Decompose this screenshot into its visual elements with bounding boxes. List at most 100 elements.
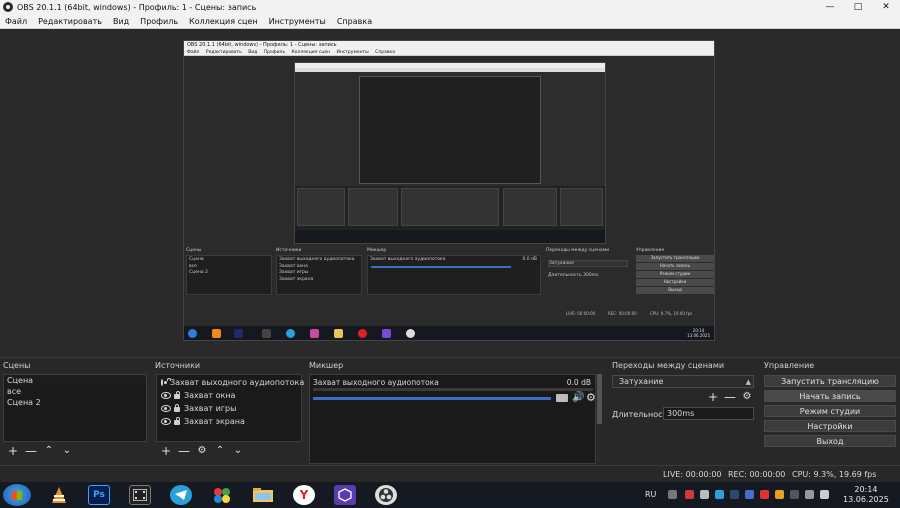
source-item-window-capture[interactable]: Захват окна: [157, 389, 301, 402]
volume-fader-knob[interactable]: [556, 394, 568, 402]
menu-scene-collection[interactable]: Коллекция сцен: [184, 17, 264, 26]
source-item-game-capture[interactable]: Захват игры: [157, 402, 301, 415]
mixer-gear-icon[interactable]: ⚙: [586, 391, 596, 404]
unlock-icon[interactable]: [174, 417, 180, 425]
source-item-audio-output[interactable]: Захват выходного аудиопотока: [157, 376, 304, 389]
mixer-scrollbar[interactable]: [597, 374, 602, 464]
preview-menu-item: Коллекция сцен: [291, 50, 331, 55]
menu-edit[interactable]: Редактировать: [33, 17, 108, 26]
start-recording-button[interactable]: Начать запись: [764, 390, 896, 402]
language-indicator[interactable]: RU: [645, 490, 656, 499]
yandex-browser-icon[interactable]: Y: [293, 485, 315, 505]
preview-mixer: Захват выходного аудиопотока 0.0 dB: [367, 255, 541, 295]
unlock-icon[interactable]: [174, 391, 180, 399]
preview-menu-item: Вид: [248, 50, 258, 55]
tray-steam-icon[interactable]: [730, 490, 739, 499]
tray-printer-icon[interactable]: [700, 490, 709, 499]
status-live: LIVE: 00:00:00: [663, 470, 722, 479]
preview-canvas[interactable]: OBS 20.1.1 (64bit, windows) - Профиль: 1…: [183, 40, 715, 341]
tray-antivirus-icon[interactable]: [760, 490, 769, 499]
tray-shield-icon[interactable]: [790, 490, 799, 499]
photoshop-icon[interactable]: Ps: [88, 485, 110, 505]
menu-tools[interactable]: Инструменты: [264, 17, 332, 26]
obs-taskbar-icon[interactable]: [375, 485, 397, 505]
preview-mixer-fader: [371, 266, 511, 268]
scenes-list: Сцена все Сцена 2: [3, 374, 147, 442]
taskbar-clock[interactable]: 20:14 13.06.2025: [843, 485, 889, 505]
preview-btn-stream: Запустить трансляцию: [636, 255, 714, 262]
preview-btn-studio: Режим студии: [636, 271, 714, 278]
add-transition-button[interactable]: +: [704, 390, 722, 404]
menu-view[interactable]: Вид: [108, 17, 135, 26]
paint-icon[interactable]: [211, 485, 233, 505]
tray-volume-icon[interactable]: [820, 490, 829, 499]
exit-button[interactable]: Выход: [764, 435, 896, 447]
move-scene-up-button[interactable]: ⌃: [40, 444, 58, 458]
remove-scene-button[interactable]: —: [22, 444, 40, 458]
duration-input[interactable]: 300ms: [663, 407, 754, 420]
transition-selected: Затухание: [619, 377, 664, 386]
transitions-title: Переходы между сценами: [612, 361, 725, 370]
scene-item-scene[interactable]: Сцена: [4, 375, 146, 386]
preview-taskbar: 20:14 13.06.2025: [184, 326, 714, 340]
preview-menu-item: Редактировать: [205, 50, 242, 55]
tray-telegram-icon[interactable]: [715, 490, 724, 499]
clock-date: 13.06.2025: [843, 495, 889, 504]
scene-item-scene2[interactable]: Сцена 2: [4, 397, 146, 408]
visibility-eye-icon[interactable]: [161, 405, 171, 412]
nested-dock-mixer: [401, 188, 499, 226]
tray-monitor-icon[interactable]: [805, 490, 814, 499]
menu-bar: Файл Редактировать Вид Профиль Коллекция…: [0, 14, 900, 29]
menu-help[interactable]: Справка: [332, 17, 378, 26]
telegram-icon[interactable]: [170, 485, 192, 505]
scrollbar-thumb[interactable]: [597, 374, 602, 424]
settings-button[interactable]: Настройки: [764, 420, 896, 432]
remove-source-button[interactable]: —: [175, 444, 193, 458]
move-scene-down-button[interactable]: ⌄: [58, 444, 76, 458]
tray-yandex-icon[interactable]: [775, 490, 784, 499]
maximize-icon[interactable]: □: [844, 0, 872, 14]
menu-profile[interactable]: Профиль: [135, 17, 184, 26]
nested-preview: [294, 62, 606, 244]
transition-select[interactable]: Затухание ▲: [612, 375, 754, 388]
transition-gear-icon[interactable]: ⚙: [738, 390, 756, 404]
speaker-icon[interactable]: 🔊: [572, 392, 584, 403]
obs-app-icon: [3, 2, 13, 12]
preview-controls-title: Управление: [636, 248, 665, 253]
volume-fader-track[interactable]: [313, 397, 551, 400]
add-source-button[interactable]: +: [157, 444, 175, 458]
tray-chevron-icon[interactable]: [668, 490, 677, 499]
studio-mode-button[interactable]: Режим студии: [764, 405, 896, 417]
window-controls: — □ ✕: [816, 0, 900, 14]
move-source-down-button[interactable]: ⌄: [229, 444, 247, 458]
clock-time: 20:14: [854, 485, 878, 494]
move-source-up-button[interactable]: ⌃: [211, 444, 229, 458]
preview-sources-list: Захват выходного аудиопотока Захват окна…: [276, 255, 362, 295]
source-item-screen-capture[interactable]: Захват экрана: [157, 415, 301, 428]
gear-icon[interactable]: ⚙: [193, 444, 211, 458]
minimize-icon[interactable]: —: [816, 0, 844, 14]
video-editor-icon[interactable]: [129, 485, 151, 505]
visibility-eye-icon[interactable]: [161, 379, 167, 386]
preview-status-live: LIVE: 00:00:00: [566, 311, 596, 316]
menu-file[interactable]: Файл: [0, 17, 33, 26]
preview-btn-record: Начать запись: [636, 263, 714, 270]
scene-item-all[interactable]: все: [4, 386, 146, 397]
preview-sources-title: Источники: [276, 248, 302, 253]
vlc-icon[interactable]: [48, 485, 70, 505]
start-button[interactable]: [3, 484, 31, 506]
visibility-eye-icon[interactable]: [161, 418, 171, 425]
tray-network-icon[interactable]: [745, 490, 754, 499]
visibility-eye-icon[interactable]: [161, 392, 171, 399]
add-scene-button[interactable]: +: [4, 444, 22, 458]
app-cube-icon[interactable]: [334, 485, 356, 505]
start-streaming-button[interactable]: Запустить трансляцию: [764, 375, 896, 387]
chevron-updown-icon: ▲: [745, 378, 751, 386]
preview-area: OBS 20.1.1 (64bit, windows) - Профиль: 1…: [0, 29, 900, 357]
lock-icon[interactable]: [174, 404, 180, 412]
remove-transition-button[interactable]: —: [721, 390, 739, 404]
tray-app-icon[interactable]: [685, 490, 694, 499]
folder-icon[interactable]: [252, 485, 274, 505]
preview-photoshop-icon: [234, 329, 243, 338]
close-icon[interactable]: ✕: [872, 0, 900, 14]
